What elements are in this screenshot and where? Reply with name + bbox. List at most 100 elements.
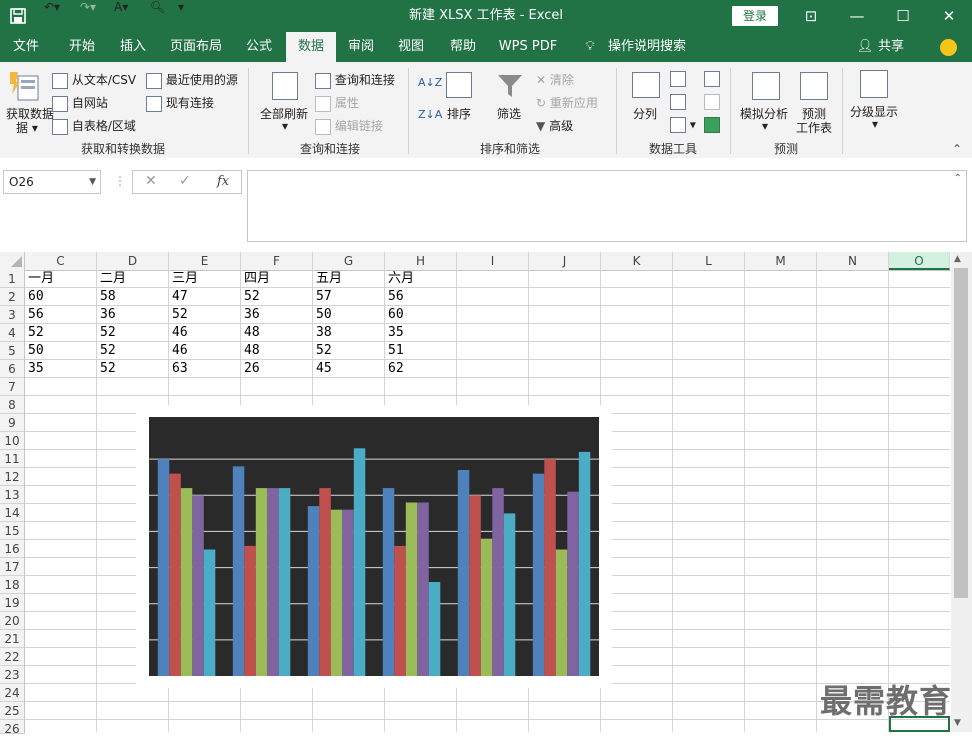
data-cell[interactable]: 38 (313, 324, 385, 342)
outline-icon[interactable] (860, 70, 888, 98)
scroll-down-icon[interactable]: ▼ (954, 718, 961, 728)
data-cell[interactable]: 60 (385, 306, 457, 324)
queries-connections-button[interactable]: 查询和连接 (315, 71, 395, 89)
column-header-n[interactable]: N (817, 252, 889, 270)
collapse-ribbon-icon[interactable]: ⌃ (952, 142, 962, 156)
tab-data[interactable]: 数据 (286, 32, 336, 62)
data-cell[interactable]: 62 (385, 360, 457, 378)
row-header-24[interactable]: 24 (0, 684, 25, 702)
formula-input[interactable]: ⌃ (247, 170, 967, 242)
share-button[interactable]: 共享 (874, 32, 908, 62)
column-header-l[interactable]: L (673, 252, 745, 270)
advanced-button[interactable]: ▼ 高级 (536, 117, 573, 134)
get-data-icon[interactable] (8, 70, 40, 102)
data-cell[interactable]: 51 (385, 342, 457, 360)
existing-connections-button[interactable]: 现有连接 (146, 94, 214, 112)
data-cell[interactable]: 50 (25, 342, 97, 360)
row-header-20[interactable]: 20 (0, 612, 25, 630)
data-cell[interactable]: 56 (25, 306, 97, 324)
outline-dropdown[interactable]: ▾ (872, 117, 878, 131)
refresh-all-icon[interactable] (272, 72, 298, 100)
filter-icon[interactable] (496, 72, 524, 100)
row-header-5[interactable]: 5 (0, 342, 25, 360)
row-header-14[interactable]: 14 (0, 504, 25, 522)
minimize-icon[interactable]: — (834, 0, 880, 32)
from-web-button[interactable]: 自网站 (52, 94, 108, 112)
enter-icon[interactable]: ✓ (179, 173, 191, 189)
column-chart-plot[interactable] (149, 417, 599, 676)
data-cell[interactable]: 45 (313, 360, 385, 378)
row-header-2[interactable]: 2 (0, 288, 25, 306)
sort-ascending-icon[interactable]: A↓Z (418, 76, 442, 89)
column-header-i[interactable]: I (457, 252, 529, 270)
data-cell[interactable]: 26 (241, 360, 313, 378)
cancel-icon[interactable]: ✕ (145, 173, 157, 189)
data-cell[interactable]: 50 (313, 306, 385, 324)
column-header-m[interactable]: M (745, 252, 817, 270)
row-header-16[interactable]: 16 (0, 540, 25, 558)
row-header-6[interactable]: 6 (0, 360, 25, 378)
row-header-17[interactable]: 17 (0, 558, 25, 576)
tab-review[interactable]: 审阅 (338, 32, 384, 62)
data-cell[interactable]: 36 (241, 306, 313, 324)
smiley-icon[interactable] (940, 39, 957, 56)
row-header-9[interactable]: 9 (0, 414, 25, 432)
ribbon-display-icon[interactable]: ⊡ (788, 0, 834, 32)
data-validation-icon[interactable]: ▾ (670, 117, 696, 133)
tab-file[interactable]: 文件 (0, 32, 52, 62)
row-header-21[interactable]: 21 (0, 630, 25, 648)
header-cell[interactable]: 二月 (97, 270, 169, 288)
column-header-e[interactable]: E (169, 252, 241, 270)
data-cell[interactable]: 48 (241, 342, 313, 360)
column-header-h[interactable]: H (385, 252, 457, 270)
data-cell[interactable]: 57 (313, 288, 385, 306)
filter-button[interactable]: 筛选 (497, 105, 521, 122)
header-cell[interactable]: 六月 (385, 270, 457, 288)
tab-page-layout[interactable]: 页面布局 (164, 32, 228, 62)
sort-descending-icon[interactable]: Z↓A (418, 108, 442, 121)
column-header-k[interactable]: K (601, 252, 673, 270)
row-header-4[interactable]: 4 (0, 324, 25, 342)
tab-view[interactable]: 视图 (388, 32, 434, 62)
flash-fill-icon[interactable] (670, 71, 686, 87)
column-header-d[interactable]: D (97, 252, 169, 270)
text-to-columns-button[interactable]: 分列 (633, 105, 657, 122)
data-cell[interactable]: 36 (97, 306, 169, 324)
forecast-sheet-icon[interactable] (800, 72, 828, 100)
what-if-dropdown[interactable]: ▾ (762, 119, 768, 133)
header-cell[interactable]: 一月 (25, 270, 97, 288)
text-to-columns-icon[interactable] (632, 72, 660, 98)
header-cell[interactable]: 五月 (313, 270, 385, 288)
namebox-splitter[interactable]: ⋮ (114, 174, 126, 188)
row-header-23[interactable]: 23 (0, 666, 25, 684)
tell-me-search[interactable]: 操作说明搜索 (604, 32, 690, 62)
insert-function-icon[interactable]: fx (217, 174, 229, 189)
column-header-c[interactable]: C (25, 252, 97, 270)
row-header-10[interactable]: 10 (0, 432, 25, 450)
what-if-analysis-icon[interactable] (752, 72, 780, 100)
select-all-corner[interactable] (0, 252, 25, 270)
tab-wps-pdf[interactable]: WPS PDF (492, 32, 564, 62)
column-header-g[interactable]: G (313, 252, 385, 270)
header-cell[interactable]: 四月 (241, 270, 313, 288)
row-header-11[interactable]: 11 (0, 450, 25, 468)
sort-button[interactable]: 排序 (447, 105, 471, 122)
column-header-j[interactable]: J (529, 252, 601, 270)
column-header-f[interactable]: F (241, 252, 313, 270)
tab-formulas[interactable]: 公式 (234, 32, 284, 62)
data-cell[interactable]: 52 (97, 360, 169, 378)
row-header-7[interactable]: 7 (0, 378, 25, 396)
tab-help[interactable]: 帮助 (440, 32, 486, 62)
sort-icon[interactable] (446, 72, 472, 98)
row-header-22[interactable]: 22 (0, 648, 25, 666)
row-header-1[interactable]: 1 (0, 270, 25, 288)
header-cell[interactable]: 三月 (169, 270, 241, 288)
maximize-icon[interactable]: ☐ (880, 0, 926, 32)
data-cell[interactable]: 35 (25, 360, 97, 378)
name-box[interactable]: O26 ▼ (3, 170, 101, 194)
data-cell[interactable]: 35 (385, 324, 457, 342)
row-header-15[interactable]: 15 (0, 522, 25, 540)
row-header-25[interactable]: 25 (0, 702, 25, 720)
data-cell[interactable]: 46 (169, 324, 241, 342)
tab-home[interactable]: 开始 (56, 32, 108, 62)
